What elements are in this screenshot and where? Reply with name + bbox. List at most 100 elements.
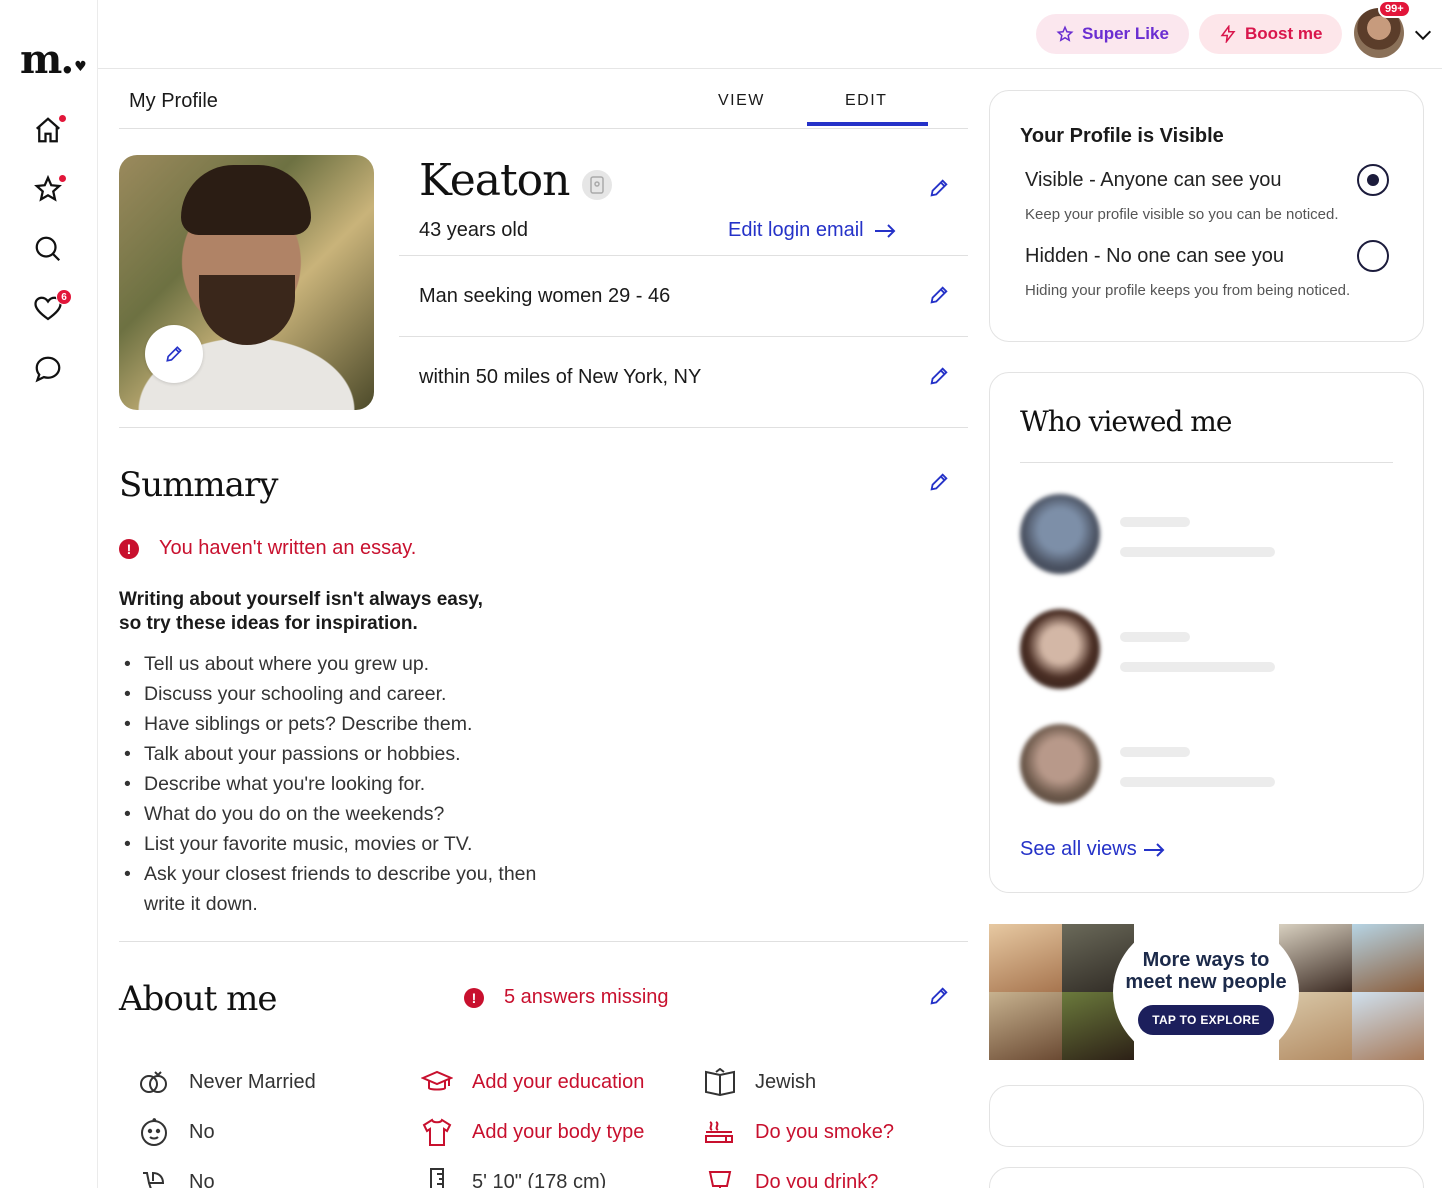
edit-summary-pencil-icon[interactable] bbox=[928, 471, 950, 493]
nav-messages[interactable] bbox=[32, 353, 64, 385]
profile-photo[interactable] bbox=[119, 155, 374, 410]
answers-missing-text: 5 answers missing bbox=[504, 986, 669, 1008]
placeholder-line bbox=[1120, 632, 1190, 642]
tips-heading: Writing about yourself isn't always easy… bbox=[119, 588, 539, 636]
list-item: What do you do on the weekends? bbox=[124, 799, 564, 829]
arrow-right-icon bbox=[1143, 842, 1165, 857]
cigarette-icon bbox=[703, 1115, 737, 1149]
explore-promo-banner[interactable]: More ways to meet new people TAP TO EXPL… bbox=[989, 924, 1424, 1060]
tab-edit[interactable]: EDIT bbox=[845, 92, 887, 110]
edit-name-pencil-icon[interactable] bbox=[928, 177, 950, 199]
attr-religion[interactable]: Jewish bbox=[703, 1065, 816, 1099]
profile-name: Keaton bbox=[419, 155, 570, 206]
logo[interactable]: m. ♥ bbox=[20, 40, 87, 89]
attr-text: Add your education bbox=[472, 1070, 645, 1093]
empty-card bbox=[989, 1167, 1424, 1188]
attr-education[interactable]: Add your education bbox=[420, 1065, 644, 1099]
edit-login-email-link[interactable]: Edit login email bbox=[728, 219, 896, 242]
list-item: Talk about your passions or hobbies. bbox=[124, 739, 564, 769]
boost-label: Boost me bbox=[1245, 24, 1323, 43]
notification-dot bbox=[58, 174, 67, 183]
hidden-radio[interactable] bbox=[1357, 240, 1389, 272]
placeholder-line bbox=[1120, 547, 1275, 557]
baby-face-icon bbox=[137, 1115, 171, 1149]
answers-missing-alert[interactable]: ! 5 answers missing bbox=[464, 986, 669, 1009]
chevron-down-icon[interactable] bbox=[1412, 24, 1434, 46]
notification-dot bbox=[58, 114, 67, 123]
essay-missing-alert: ! You haven't written an essay. bbox=[119, 537, 416, 560]
photo-beard bbox=[199, 275, 295, 345]
attr-text: Never Married bbox=[189, 1070, 316, 1093]
edit-about-pencil-icon[interactable] bbox=[928, 985, 950, 1007]
super-like-button[interactable]: Super Like bbox=[1036, 14, 1189, 54]
attr-marital-status[interactable]: Never Married bbox=[137, 1065, 316, 1099]
left-nav-rail: m. ♥ 6 bbox=[0, 0, 98, 1188]
edit-photo-button[interactable] bbox=[145, 325, 203, 383]
rings-icon bbox=[137, 1065, 171, 1099]
nav-search[interactable] bbox=[32, 233, 64, 265]
see-all-views-link[interactable]: See all views bbox=[1020, 838, 1165, 861]
promo-headline: More ways to meet new people bbox=[1116, 949, 1296, 993]
tap-to-explore-button[interactable]: TAP TO EXPLORE bbox=[1138, 1005, 1274, 1035]
divider bbox=[1020, 462, 1393, 463]
about-me-heading: About me bbox=[119, 979, 278, 1019]
seeking-text: Man seeking women 29 - 46 bbox=[419, 285, 671, 307]
blurred-viewer-avatar[interactable] bbox=[1020, 724, 1100, 804]
pencil-icon bbox=[166, 346, 182, 362]
stroller-icon bbox=[137, 1165, 171, 1188]
edit-location-pencil-icon[interactable] bbox=[928, 365, 950, 387]
attr-text: Do you drink? bbox=[755, 1170, 879, 1188]
nav-favorites[interactable] bbox=[32, 173, 67, 205]
attr-body-type[interactable]: Add your body type bbox=[420, 1115, 644, 1149]
profile-tabs: My Profile VIEW EDIT bbox=[119, 69, 968, 129]
hidden-option-label[interactable]: Hidden - No one can see you bbox=[1025, 245, 1284, 268]
page-title: My Profile bbox=[129, 90, 218, 112]
photo-hair bbox=[181, 165, 311, 235]
who-viewed-me-heading: Who viewed me bbox=[1020, 405, 1232, 438]
lightning-icon bbox=[1220, 25, 1236, 43]
active-tab-indicator bbox=[807, 122, 928, 126]
blurred-viewer-avatar[interactable] bbox=[1020, 494, 1100, 574]
alert-icon: ! bbox=[464, 987, 484, 1008]
boost-button[interactable]: Boost me bbox=[1199, 14, 1343, 54]
nav-likes[interactable]: 6 bbox=[32, 289, 72, 325]
promo-message: More ways to meet new people TAP TO EXPL… bbox=[1113, 924, 1299, 1060]
attr-height[interactable]: 5' 10" (178 cm) bbox=[420, 1165, 606, 1188]
nav-home[interactable] bbox=[32, 114, 67, 146]
location-text: within 50 miles of New York, NY bbox=[419, 366, 702, 388]
divider bbox=[399, 336, 968, 337]
attr-smoking[interactable]: Do you smoke? bbox=[703, 1115, 894, 1149]
placeholder-line bbox=[1120, 777, 1275, 787]
attr-wants-kids[interactable]: No bbox=[137, 1165, 215, 1188]
blurred-viewer-avatar[interactable] bbox=[1020, 609, 1100, 689]
promo-line-2: meet new people bbox=[1125, 971, 1287, 993]
edit-seeking-pencil-icon[interactable] bbox=[928, 284, 950, 306]
visible-option-label[interactable]: Visible - Anyone can see you bbox=[1025, 169, 1281, 192]
list-item: Ask your closest friends to describe you… bbox=[124, 859, 564, 919]
shirt-icon bbox=[420, 1115, 454, 1149]
attr-has-kids[interactable]: No bbox=[137, 1115, 215, 1149]
promo-photo bbox=[1351, 992, 1424, 1060]
attr-text: Jewish bbox=[755, 1070, 817, 1093]
attr-text: Add your body type bbox=[472, 1120, 645, 1143]
attr-drinking[interactable]: Do you drink? bbox=[703, 1165, 878, 1188]
divider bbox=[399, 255, 968, 256]
tips-list: Tell us about where you grew up. Discuss… bbox=[124, 649, 564, 919]
tips-heading-line-2: so try these ideas for inspiration. bbox=[119, 613, 418, 634]
notification-count-badge: 99+ bbox=[1378, 0, 1411, 18]
id-card-icon bbox=[590, 176, 604, 194]
list-item: Discuss your schooling and career. bbox=[124, 679, 564, 709]
verification-badge[interactable] bbox=[582, 170, 612, 200]
see-all-views-label: See all views bbox=[1020, 838, 1137, 860]
summary-heading: Summary bbox=[119, 465, 278, 505]
who-viewed-me-card: Who viewed me See all views bbox=[989, 372, 1424, 893]
list-item: Tell us about where you grew up. bbox=[124, 649, 564, 679]
visible-radio[interactable] bbox=[1357, 164, 1389, 196]
tab-view[interactable]: VIEW bbox=[718, 92, 765, 110]
hidden-option-description: Hiding your profile keeps you from being… bbox=[1025, 282, 1351, 299]
star-icon bbox=[1056, 25, 1074, 42]
attr-text: No bbox=[189, 1170, 215, 1188]
super-like-label: Super Like bbox=[1082, 24, 1169, 43]
list-item: Describe what you're looking for. bbox=[124, 769, 564, 799]
placeholder-line bbox=[1120, 517, 1190, 527]
